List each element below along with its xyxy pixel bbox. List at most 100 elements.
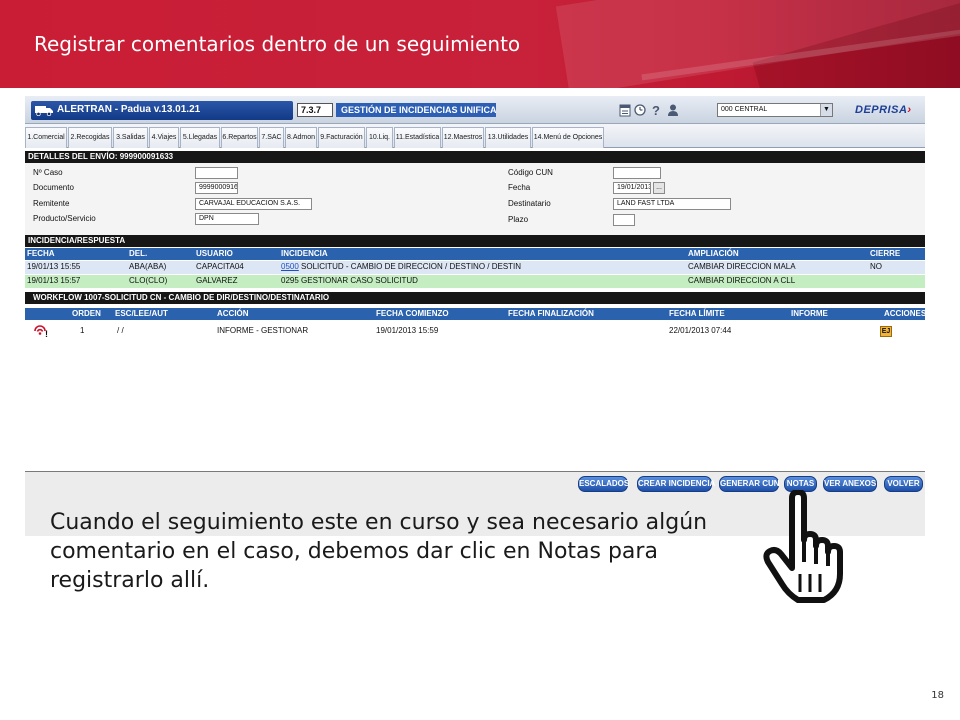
col-fecha-limite: FECHA LÍMITE xyxy=(669,309,725,318)
truck-icon xyxy=(35,106,53,116)
documento-field[interactable]: 999900091633 xyxy=(195,182,238,194)
module-tab-bar: 1.Comercial 2.Recogidas 3.Salidas 4.Viaj… xyxy=(25,124,925,148)
codigo-cun-label: Código CUN xyxy=(508,168,553,177)
volver-button[interactable]: VOLVER xyxy=(884,476,923,492)
pointing-hand-icon xyxy=(763,490,843,603)
tab-comercial[interactable]: 1.Comercial xyxy=(25,127,67,148)
tab-liq[interactable]: 10.Liq. xyxy=(366,127,393,148)
tab-sac[interactable]: 7.SAC xyxy=(259,127,284,148)
n-caso-field[interactable] xyxy=(195,167,238,179)
brand-logo-text: DEPRISA xyxy=(855,104,908,116)
app-name-text: ALERTRAN - Padua xyxy=(57,104,151,115)
cell-del: ABA(ABA) xyxy=(129,262,167,271)
col-incidencia: INCIDENCIA xyxy=(281,249,328,258)
incidencias-section-header: INCIDENCIA/RESPUESTA xyxy=(25,235,925,247)
execute-action-button[interactable]: EJ xyxy=(880,326,892,337)
crear-incidencia-button[interactable]: CREAR INCIDENCIA xyxy=(637,476,715,492)
workflow-section-header: WORKFLOW 1007-SOLICITUD CN - CAMBIO DE D… xyxy=(25,292,925,304)
cell-orden: 1 xyxy=(80,326,85,335)
tab-admon[interactable]: 8.Admon xyxy=(285,127,317,148)
tab-utilidades[interactable]: 13.Utilidades xyxy=(485,127,531,148)
incidencia-row[interactable]: 19/01/13 15:57 CLO(CLO) GALVAREZ 0295 GE… xyxy=(25,275,925,288)
cell-esc-lee-aut: / / xyxy=(117,326,124,335)
col-usuario: USUARIO xyxy=(196,249,233,258)
help-icon[interactable]: ? xyxy=(650,103,662,117)
brand-logo-mark: › xyxy=(907,104,912,116)
cell-usuario: GALVAREZ xyxy=(196,276,238,285)
escalados-button[interactable]: ESCALADOS xyxy=(578,476,629,492)
incidencia-row[interactable]: 19/01/13 15:55 ABA(ABA) CAPACITA04 0500 … xyxy=(25,261,925,274)
incidencia-code-link[interactable]: 0500 xyxy=(281,262,299,271)
module-code-field[interactable]: 7.3.7 xyxy=(297,103,333,117)
cell-ampliacion: CAMBIAR DIRECCION A CLL xyxy=(688,276,796,285)
tab-menu-opciones[interactable]: 14.Menú de Opciones xyxy=(532,127,604,148)
clock-icon[interactable] xyxy=(634,103,646,117)
col-cierre: CIERRE xyxy=(870,249,901,258)
fecha-label: Fecha xyxy=(508,183,531,192)
tab-llegadas[interactable]: 5.Llegadas xyxy=(180,127,220,148)
col-accion: ACCIÓN xyxy=(217,309,249,318)
tab-repartos[interactable]: 6.Repartos xyxy=(221,127,258,148)
chevron-down-icon[interactable]: ▼ xyxy=(820,104,832,116)
producto-label: Producto/Servicio xyxy=(33,214,96,223)
col-esc-lee-aut: ESC/LEE/AUT xyxy=(115,309,168,318)
col-del: DEL. xyxy=(129,249,148,258)
incidencia-code: 0295 xyxy=(281,276,299,285)
office-select[interactable]: 000 CENTRAL ▼ xyxy=(717,103,833,117)
cell-fecha: 19/01/13 15:55 xyxy=(27,262,81,271)
cell-incidencia: 0500 SOLICITUD - CAMBIO DE DIRECCION / D… xyxy=(281,261,521,274)
user-icon[interactable] xyxy=(667,103,679,117)
col-orden: ORDEN xyxy=(72,309,101,318)
page-number: 18 xyxy=(931,690,944,701)
remitente-field[interactable]: CARVAJAL EDUCACION S.A.S. xyxy=(195,198,312,210)
app-version: v.13.01.21 xyxy=(153,104,201,115)
col-fecha-comienzo: FECHA COMIENZO xyxy=(376,309,449,318)
plazo-label: Plazo xyxy=(508,215,529,224)
documento-label: Documento xyxy=(33,183,74,192)
app-title-bar: ALERTRAN - Padua v.13.01.21 7.3.7 GESTIÓ… xyxy=(25,96,925,124)
destinatario-label: Destinatario xyxy=(508,199,551,208)
tab-salidas[interactable]: 3.Salidas xyxy=(113,127,148,148)
col-acciones: ACCIONES xyxy=(884,309,925,318)
svg-text:?: ? xyxy=(652,103,660,117)
workflow-row[interactable]: 1 / / INFORME - GESTIONAR 19/01/2013 15:… xyxy=(25,325,925,338)
module-title: GESTIÓN DE INCIDENCIAS UNIFICAD xyxy=(336,103,496,117)
codigo-cun-field[interactable] xyxy=(613,167,661,179)
destinatario-field[interactable]: LAND FAST LTDA xyxy=(613,198,731,210)
deprisa-logo: DEPRISA› xyxy=(855,104,912,116)
cell-cierre: NO xyxy=(870,262,882,271)
app-name: ALERTRAN - Padua v.13.01.21 xyxy=(57,104,200,115)
producto-field[interactable]: DPN xyxy=(195,213,259,225)
plazo-field[interactable] xyxy=(613,214,635,226)
cell-fecha: 19/01/13 15:57 xyxy=(27,276,81,285)
date-picker-button[interactable]: ... xyxy=(653,182,665,194)
tab-viajes[interactable]: 4.Viajes xyxy=(149,127,179,148)
cell-fecha-limite: 22/01/2013 07:44 xyxy=(669,326,732,335)
cell-del: CLO(CLO) xyxy=(129,276,168,285)
slide-header-banner: Registrar comentarios dentro de un segui… xyxy=(0,0,960,88)
cell-accion: INFORME - GESTIONAR xyxy=(217,326,309,335)
cell-incidencia: 0295 GESTIONAR CASO SOLICITUD xyxy=(281,275,418,288)
tab-recogidas[interactable]: 2.Recogidas xyxy=(68,127,112,148)
tab-facturacion[interactable]: 9.Facturación xyxy=(318,127,365,148)
app-name-box: ALERTRAN - Padua v.13.01.21 xyxy=(31,101,293,120)
fecha-field[interactable]: 19/01/2013 xyxy=(613,182,651,194)
office-select-value: 000 CENTRAL xyxy=(721,106,768,113)
tab-estadistica[interactable]: 11.Estadística xyxy=(394,127,441,148)
col-fecha-finalizacion: FECHA FINALIZACIÓN xyxy=(508,309,594,318)
col-ampliacion: AMPLIACIÓN xyxy=(688,249,739,258)
incidencia-description: GESTIONAR CASO SOLICITUD xyxy=(298,276,418,285)
cell-usuario: CAPACITA04 xyxy=(196,262,244,271)
details-section-header: DETALLES DEL ENVÍO: 999900091633 xyxy=(25,151,925,163)
col-fecha: FECHA xyxy=(27,249,55,258)
n-caso-label: Nº Caso xyxy=(33,168,63,177)
shipment-details-panel: Nº Caso Documento 999900091633 Remitente… xyxy=(25,163,925,235)
tab-maestros[interactable]: 12.Maestros xyxy=(442,127,484,148)
slide-title: Registrar comentarios dentro de un segui… xyxy=(34,32,521,56)
cell-ampliacion: CAMBIAR DIRECCION MALA xyxy=(688,262,796,271)
cell-fecha-comienzo: 19/01/2013 15:59 xyxy=(376,326,439,335)
calendar-icon[interactable] xyxy=(619,103,631,117)
remitente-label: Remitente xyxy=(33,199,70,208)
col-informe: INFORME xyxy=(791,309,828,318)
alertran-app-window: ALERTRAN - Padua v.13.01.21 7.3.7 GESTIÓ… xyxy=(25,96,925,536)
